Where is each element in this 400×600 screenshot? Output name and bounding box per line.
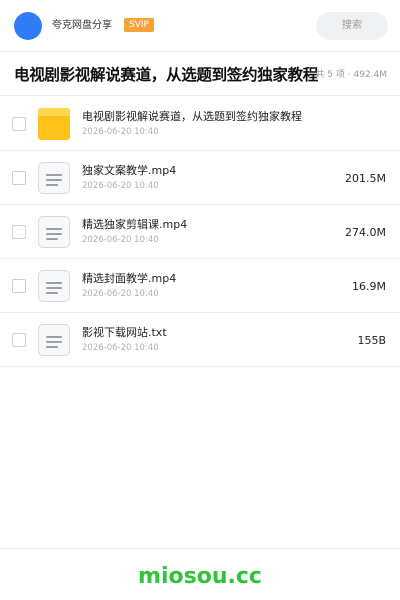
list-item[interactable]: 电视剧影视解说赛道，从选题到签约独家教程 2026-06-20 10:40: [0, 97, 400, 151]
file-icon: [38, 162, 70, 194]
file-icon: [38, 270, 70, 302]
file-date: 2026-06-20 10:40: [82, 127, 159, 137]
share-header: 电视剧影视解说赛道，从选题到签约独家教程 共 5 项 · 492.4M: [0, 52, 400, 96]
file-size: 201.5M: [345, 172, 386, 185]
file-name: 精选独家剪辑课.mp4: [82, 218, 188, 231]
search-button[interactable]: 搜索: [316, 12, 388, 40]
list-item[interactable]: 精选独家剪辑课.mp4 2026-06-20 10:40 274.0M: [0, 205, 400, 259]
file-name: 精选封面教学.mp4: [82, 272, 177, 285]
list-item[interactable]: 独家文案教学.mp4 2026-06-20 10:40 201.5M: [0, 151, 400, 205]
avatar[interactable]: [14, 12, 42, 40]
file-date: 2026-06-20 10:40: [82, 235, 159, 245]
file-size: 274.0M: [345, 226, 386, 239]
checkbox[interactable]: [12, 117, 26, 131]
file-date: 2026-06-20 10:40: [82, 181, 159, 191]
file-name: 电视剧影视解说赛道，从选题到签约独家教程: [82, 110, 302, 123]
file-size: 16.9M: [352, 280, 386, 293]
file-date: 2026-06-20 10:40: [82, 289, 159, 299]
file-icon: [38, 216, 70, 248]
file-name: 影视下载网站.txt: [82, 326, 167, 339]
folder-icon: [38, 108, 70, 140]
app-name: 夸克网盘分享: [52, 20, 112, 31]
list-item[interactable]: 影视下载网站.txt 2026-06-20 10:40 155B: [0, 313, 400, 367]
checkbox[interactable]: [12, 279, 26, 293]
checkbox[interactable]: [12, 333, 26, 347]
brand-watermark[interactable]: miosou.cc: [0, 563, 400, 591]
top-bar: 夸克网盘分享 SVIP 搜索: [0, 0, 400, 52]
file-name: 独家文案教学.mp4: [82, 164, 177, 177]
footer: miosou.cc: [0, 548, 400, 600]
list-item[interactable]: 精选封面教学.mp4 2026-06-20 10:40 16.9M: [0, 259, 400, 313]
checkbox[interactable]: [12, 225, 26, 239]
checkbox[interactable]: [12, 171, 26, 185]
file-size: 155B: [357, 334, 386, 347]
file-icon: [38, 324, 70, 356]
file-date: 2026-06-20 10:40: [82, 343, 159, 353]
page-title: 电视剧影视解说赛道，从选题到签约独家教程: [14, 66, 319, 84]
svip-badge: SVIP: [124, 18, 154, 32]
share-summary: 共 5 项 · 492.4M: [315, 70, 387, 80]
